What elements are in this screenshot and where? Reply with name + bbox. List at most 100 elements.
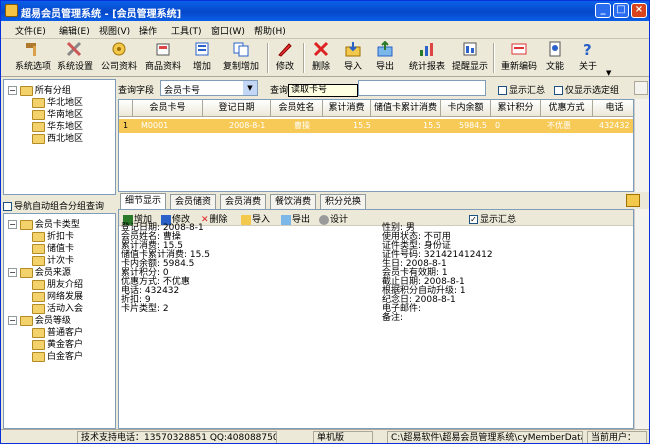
region-tree: − 所有分组 华北地区 华南地区 华东地区 西北地区	[3, 79, 116, 195]
summary-checkbox[interactable]	[498, 86, 507, 95]
folder-icon	[19, 85, 33, 96]
detail-import-button[interactable]: 导入	[241, 212, 270, 225]
tab-detail[interactable]: 细节显示	[120, 193, 167, 209]
detail-design-button[interactable]: 设计	[319, 212, 348, 225]
menu-operation[interactable]: 操作	[139, 24, 157, 37]
cell-total-consume[interactable]: 15.5	[351, 119, 373, 133]
about-button[interactable]: ? 关于	[575, 41, 601, 75]
reminder-display-button[interactable]: 提醒显示	[450, 41, 490, 75]
status-path: C:\超易软件\超易会员管理系统\cyMemberData.sys	[387, 431, 583, 443]
show-summary-checkbox[interactable]: ✓	[469, 215, 478, 224]
selected-group-toggle[interactable]: 仅显示选定组	[554, 83, 619, 96]
tab-member-deposit[interactable]: 会员储资	[170, 194, 217, 209]
minimize-button[interactable]: _	[595, 3, 611, 18]
close-button[interactable]: ×	[631, 3, 647, 18]
grid-header: 会员卡号 登记日期 会员姓名 累计消费 储值卡累计消费 卡内余额 累计积分 优惠…	[119, 100, 633, 117]
delete-button[interactable]: 删除	[309, 41, 333, 75]
status-user: 当前用户：	[587, 431, 647, 443]
cell-member-name[interactable]: 曹操	[292, 119, 312, 133]
add-button[interactable]: 增加	[189, 41, 215, 75]
document-icon	[549, 41, 561, 57]
system-options-button[interactable]: 系统选项	[13, 41, 53, 75]
copy-icon	[233, 42, 249, 57]
main-window: 超易会员管理系统 - [会员管理系统] _ □ × 文件(E) 编辑(E) 视图…	[0, 0, 650, 444]
detail-export-button[interactable]: 导出	[281, 212, 310, 225]
system-settings-button[interactable]: 系统设置	[55, 41, 95, 75]
selected-group-checkbox[interactable]	[554, 86, 563, 95]
recode-button[interactable]: 重新编码	[497, 41, 541, 75]
cell-phone[interactable]: 432432	[597, 119, 632, 133]
auto-nav-checkbox[interactable]	[3, 202, 12, 211]
svg-text:?: ?	[583, 41, 592, 57]
grid-scrollbar[interactable]	[634, 99, 649, 192]
tab-dining-consume[interactable]: 餐饮消费	[270, 194, 317, 209]
table-row[interactable]: 1 M0001 2008-8-1 曹操 15.5 15.5 5984.5 0 不…	[119, 119, 633, 133]
folder-icon	[32, 351, 45, 362]
detail-panel: 增加 修改 ✕删除 导入 导出 设计 ✓ 显示汇总 登记日期: 2008-8-1 …	[118, 209, 634, 429]
product-icon	[156, 43, 170, 56]
toolbar-overflow-icon[interactable]: ▼	[606, 69, 614, 77]
statistics-report-button[interactable]: 统计报表	[405, 41, 449, 75]
col-total-consume[interactable]: 累计消费	[323, 100, 371, 117]
tools-icon	[66, 41, 82, 57]
col-card-no[interactable]: 会员卡号	[133, 100, 203, 117]
maximize-button[interactable]: □	[613, 3, 629, 18]
menu-help[interactable]: 帮助(H)	[254, 24, 286, 37]
summary-toggle[interactable]: 显示汇总	[498, 83, 545, 96]
folder-icon	[19, 315, 33, 326]
collapse-icon[interactable]: −	[8, 86, 17, 95]
col-stored-value-consume[interactable]: 储值卡累计消费	[371, 100, 441, 117]
cell-stored-value-consume[interactable]: 15.5	[421, 119, 443, 133]
detail-delete-button[interactable]: ✕删除	[201, 212, 228, 226]
product-info-button[interactable]: 商品资料	[144, 41, 182, 75]
field-label: 查询字段	[118, 86, 155, 96]
menu-tools[interactable]: 工具(T)	[171, 24, 202, 37]
field-select[interactable]: 会员卡号 ▼	[160, 80, 258, 96]
cell-card-no[interactable]: M0001	[139, 119, 170, 133]
col-register-date[interactable]: 登记日期	[203, 100, 271, 117]
col-card-balance[interactable]: 卡内余额	[441, 100, 491, 117]
folder-icon	[32, 133, 45, 144]
tree-item-northwest[interactable]: 西北地区	[32, 131, 83, 144]
export-button[interactable]: 导出	[373, 41, 397, 75]
query-input[interactable]	[358, 80, 486, 96]
folder-icon	[32, 255, 45, 266]
copy-add-button[interactable]: 复制增加	[219, 41, 263, 75]
menu-edit[interactable]: 编辑(E)	[59, 24, 90, 37]
row-marker: 1	[123, 121, 129, 130]
folder-icon	[32, 291, 45, 302]
panel-toggle-icon[interactable]	[626, 194, 640, 207]
collapse-icon[interactable]: −	[8, 316, 17, 325]
col-total-points[interactable]: 累计积分	[491, 100, 541, 117]
import-icon	[345, 42, 361, 57]
tab-member-consume[interactable]: 会员消费	[220, 194, 267, 209]
import-button[interactable]: 导入	[341, 41, 365, 75]
cell-register-date[interactable]: 2008-8-1	[227, 119, 267, 133]
collapse-icon[interactable]: −	[8, 220, 17, 229]
menu-file[interactable]: 文件(E)	[15, 24, 46, 37]
auto-nav-toggle[interactable]: 导航自动组合分组查询	[3, 199, 116, 213]
col-discount-mode[interactable]: 优惠方式	[541, 100, 593, 117]
detail-scrollbar[interactable]	[634, 209, 649, 429]
grid-settings-icon[interactable]	[634, 81, 648, 95]
menu-view[interactable]: 视图(V)	[99, 24, 130, 37]
left-panel: − 所有分组 华北地区 华南地区 华东地区 西北地区 导航自动组合分组查询 − …	[3, 79, 116, 429]
show-summary-toggle[interactable]: ✓ 显示汇总	[469, 212, 516, 225]
edit-button[interactable]: 修改	[273, 41, 297, 75]
tab-points-redeem[interactable]: 积分兑换	[320, 194, 367, 209]
text-button[interactable]: 文能	[542, 41, 568, 75]
detail-field: 卡片类型: 2	[121, 304, 169, 314]
tree-item-platinum[interactable]: 白金客户	[32, 349, 83, 362]
detail-field: 备注:	[382, 313, 404, 323]
chevron-down-icon[interactable]: ▼	[243, 81, 257, 95]
collapse-icon[interactable]: −	[8, 268, 17, 277]
cell-discount-mode[interactable]: 不优惠	[545, 119, 573, 133]
title-bar: 超易会员管理系统 - [会员管理系统] _ □ ×	[1, 1, 649, 21]
cell-total-points[interactable]: 0	[493, 119, 502, 133]
col-phone[interactable]: 电话	[593, 100, 633, 117]
col-member-name[interactable]: 会员姓名	[271, 100, 323, 117]
cell-card-balance[interactable]: 5984.5	[457, 119, 489, 133]
company-info-button[interactable]: 公司资料	[99, 41, 139, 75]
menu-window[interactable]: 窗口(W)	[211, 24, 245, 37]
category-tree: − 会员卡类型 折扣卡 储值卡 计次卡 − 会员来源 朋友介绍 网络发展 活动入…	[3, 213, 116, 429]
